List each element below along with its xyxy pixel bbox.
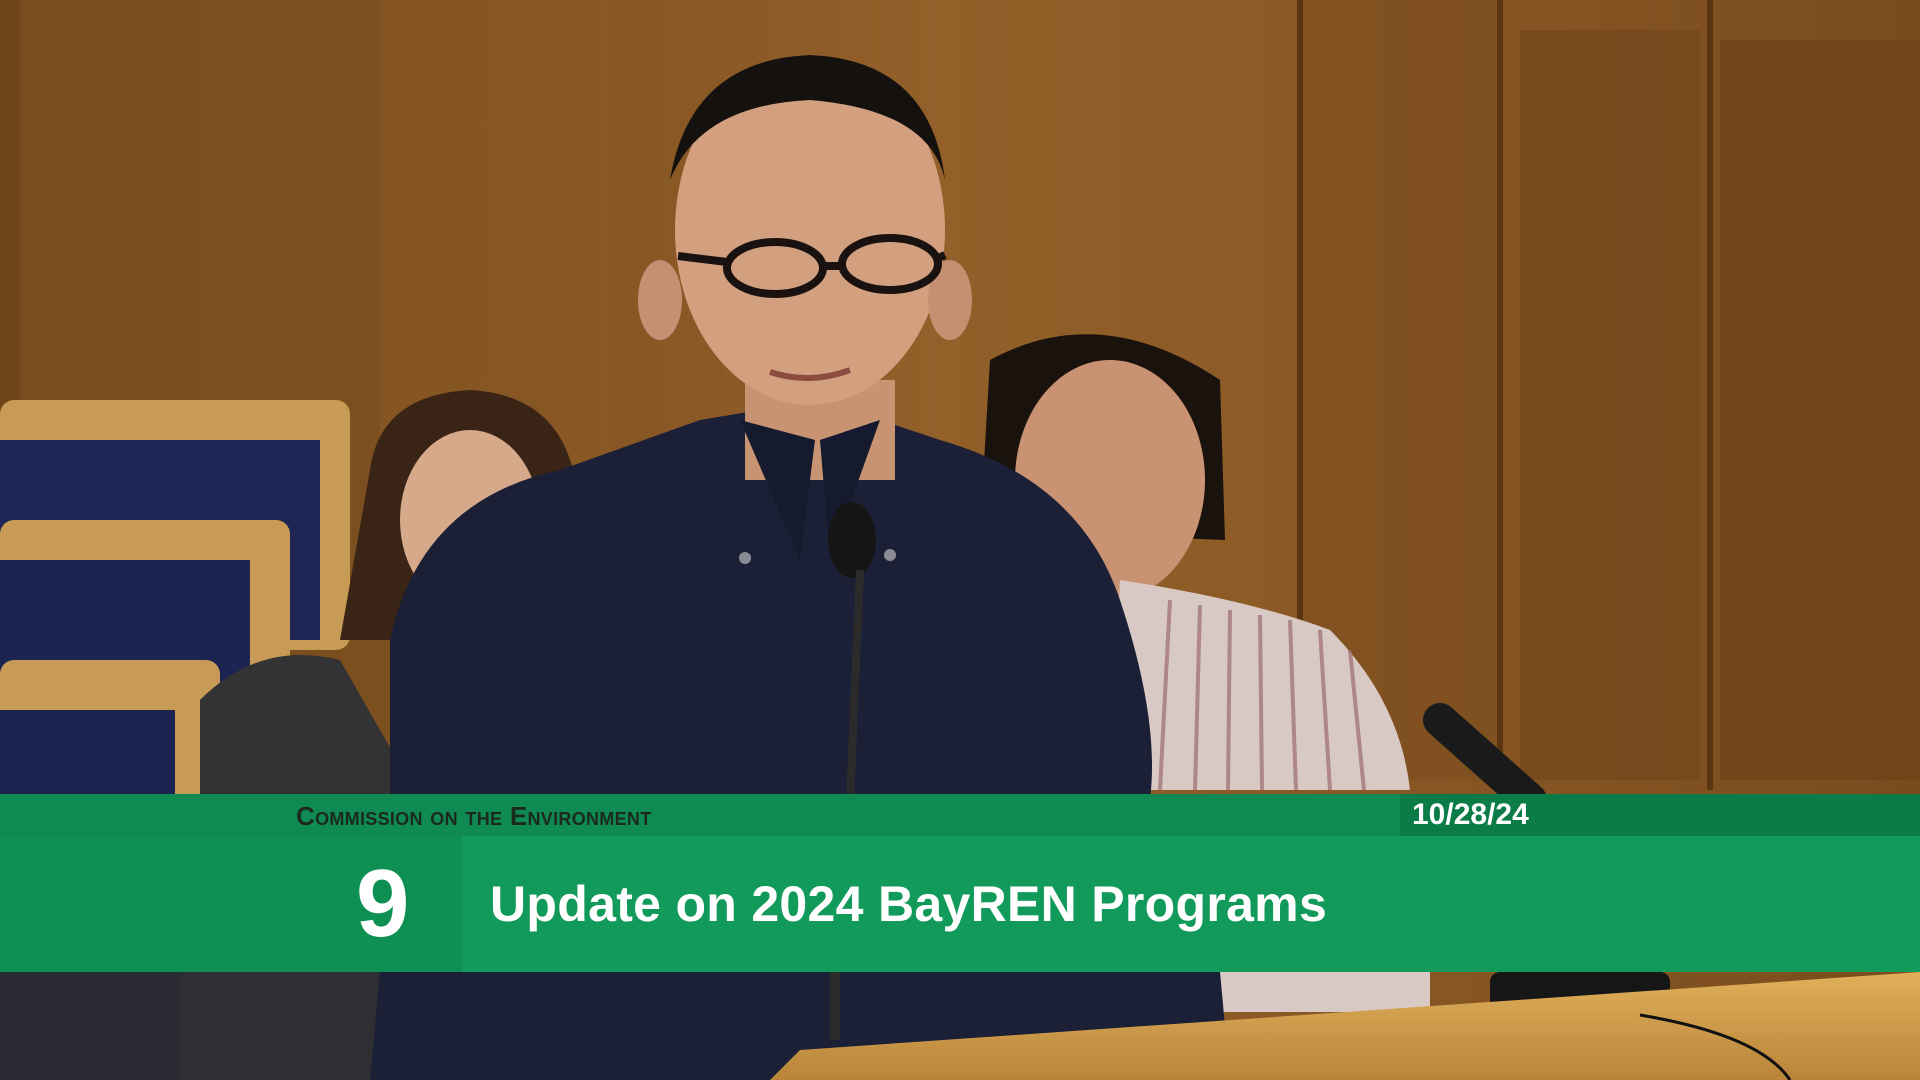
lower-third-banner: Commission on the Environment 10/28/24 9…	[0, 794, 1920, 972]
meeting-date: 10/28/24	[1412, 798, 1529, 831]
wall-panel	[1520, 30, 1700, 780]
agenda-item-title: Update on 2024 BayREN Programs	[490, 876, 1328, 932]
meeting-video-frame: Commission on the Environment 10/28/24 9…	[0, 0, 1920, 1080]
wall-panel	[20, 0, 350, 420]
wall-panel	[1720, 40, 1920, 780]
commission-name: Commission on the Environment	[296, 801, 652, 831]
agenda-item-number: 9	[356, 850, 410, 957]
